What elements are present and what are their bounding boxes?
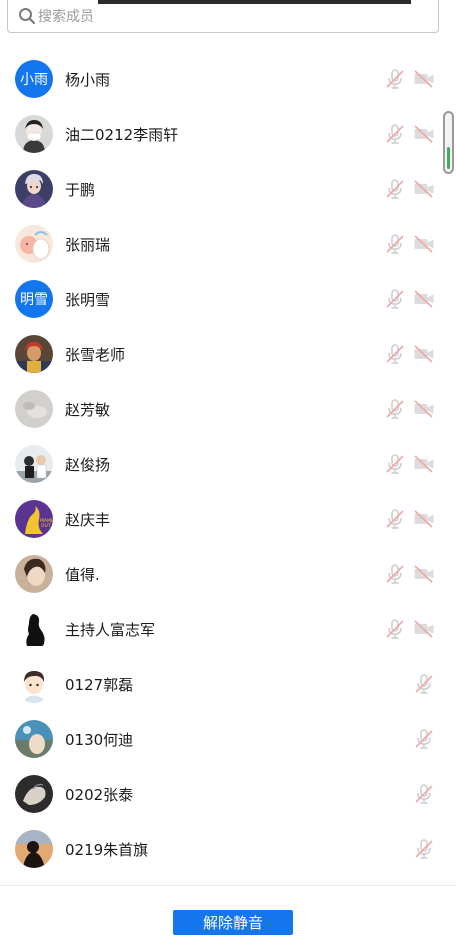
mic-muted-icon[interactable] — [384, 343, 406, 365]
search-icon — [19, 8, 36, 25]
member-name: 油二0212李雨轩 — [65, 126, 179, 144]
camera-off-icon[interactable] — [413, 234, 435, 254]
avatar — [15, 170, 53, 208]
avatar: 明雪 — [15, 280, 53, 318]
member-row[interactable]: 0219朱首旗 — [0, 822, 456, 877]
avatar — [15, 555, 53, 593]
member-row[interactable]: 值得. — [0, 547, 456, 602]
member-name: 张明雪 — [65, 291, 111, 309]
camera-off-icon[interactable] — [413, 564, 435, 584]
scrollbar-thumb[interactable] — [447, 147, 450, 169]
scrollbar[interactable] — [443, 111, 454, 174]
mic-muted-icon[interactable] — [384, 398, 406, 420]
mic-muted-icon[interactable] — [384, 68, 406, 90]
member-row[interactable]: 张丽瑞 — [0, 217, 456, 272]
mic-muted-icon[interactable] — [384, 618, 406, 640]
member-name: 张丽瑞 — [65, 236, 111, 254]
mic-muted-icon[interactable] — [384, 563, 406, 585]
unmute-button[interactable]: 解除静音 — [173, 910, 293, 935]
camera-off-icon[interactable] — [413, 399, 435, 419]
mic-muted-icon[interactable] — [384, 178, 406, 200]
camera-off-icon[interactable] — [413, 289, 435, 309]
mic-muted-icon[interactable] — [384, 508, 406, 530]
member-name: 0130何迪 — [65, 731, 134, 749]
camera-off-icon[interactable] — [413, 344, 435, 364]
member-row[interactable]: 0127郭磊 — [0, 657, 456, 712]
member-name: 值得. — [65, 566, 100, 584]
member-name: 0219朱首旗 — [65, 841, 149, 859]
camera-off-icon[interactable] — [413, 619, 435, 639]
member-name: 张雪老师 — [65, 346, 126, 364]
mic-muted-icon[interactable] — [413, 838, 435, 860]
member-name: 0202张泰 — [65, 786, 134, 804]
avatar: MAMBA OUT — [15, 500, 53, 538]
member-row[interactable]: 赵芳敏 — [0, 382, 456, 437]
member-row[interactable]: 主持人富志军 — [0, 602, 456, 657]
member-list: 小雨 杨小雨 油二0212李雨轩 于鹏 张丽瑞 明雪 张明雪 张雪老师 赵芳敏 … — [0, 52, 456, 877]
footer-divider — [0, 885, 456, 886]
member-row[interactable]: 于鹏 — [0, 162, 456, 217]
avatar — [15, 665, 53, 703]
member-row[interactable]: 张雪老师 — [0, 327, 456, 382]
member-row[interactable]: 油二0212李雨轩 — [0, 107, 456, 162]
avatar — [15, 335, 53, 373]
camera-off-icon[interactable] — [413, 454, 435, 474]
mic-muted-icon[interactable] — [384, 453, 406, 475]
avatar — [15, 390, 53, 428]
camera-off-icon[interactable] — [413, 179, 435, 199]
member-name: 赵芳敏 — [65, 401, 111, 419]
member-name: 赵庆丰 — [65, 511, 111, 529]
avatar — [15, 115, 53, 153]
top-overlay-bar — [98, 0, 411, 4]
search-placeholder: 搜索成员 — [38, 9, 94, 25]
svg-text:OUT: OUT — [41, 523, 51, 529]
mic-muted-icon[interactable] — [384, 233, 406, 255]
camera-off-icon[interactable] — [413, 124, 435, 144]
member-row[interactable]: 0202张泰 — [0, 767, 456, 822]
avatar — [15, 445, 53, 483]
mic-muted-icon[interactable] — [413, 728, 435, 750]
avatar — [15, 775, 53, 813]
member-row[interactable]: 小雨 杨小雨 — [0, 52, 456, 107]
mic-muted-icon[interactable] — [384, 288, 406, 310]
member-row[interactable]: 赵俊扬 — [0, 437, 456, 492]
member-name: 杨小雨 — [65, 71, 111, 89]
mic-muted-icon[interactable] — [413, 673, 435, 695]
member-row[interactable]: 明雪 张明雪 — [0, 272, 456, 327]
member-name: 主持人富志军 — [65, 621, 156, 639]
mic-muted-icon[interactable] — [413, 783, 435, 805]
camera-off-icon[interactable] — [413, 69, 435, 89]
mic-muted-icon[interactable] — [384, 123, 406, 145]
member-name: 赵俊扬 — [65, 456, 111, 474]
avatar — [15, 225, 53, 263]
search-box[interactable]: 搜索成员 — [7, 0, 439, 33]
avatar — [15, 720, 53, 758]
member-row[interactable]: 0130何迪 — [0, 712, 456, 767]
avatar — [15, 830, 53, 868]
member-name: 于鹏 — [65, 181, 96, 199]
camera-off-icon[interactable] — [413, 509, 435, 529]
member-name: 0127郭磊 — [65, 676, 134, 694]
participants-panel: 搜索成员 小雨 杨小雨 油二0212李雨轩 于鹏 张丽瑞 明雪 张明雪 张雪老师… — [0, 0, 456, 946]
member-row[interactable]: MAMBA OUT 赵庆丰 — [0, 492, 456, 547]
avatar — [15, 610, 53, 648]
avatar: 小雨 — [15, 60, 53, 98]
